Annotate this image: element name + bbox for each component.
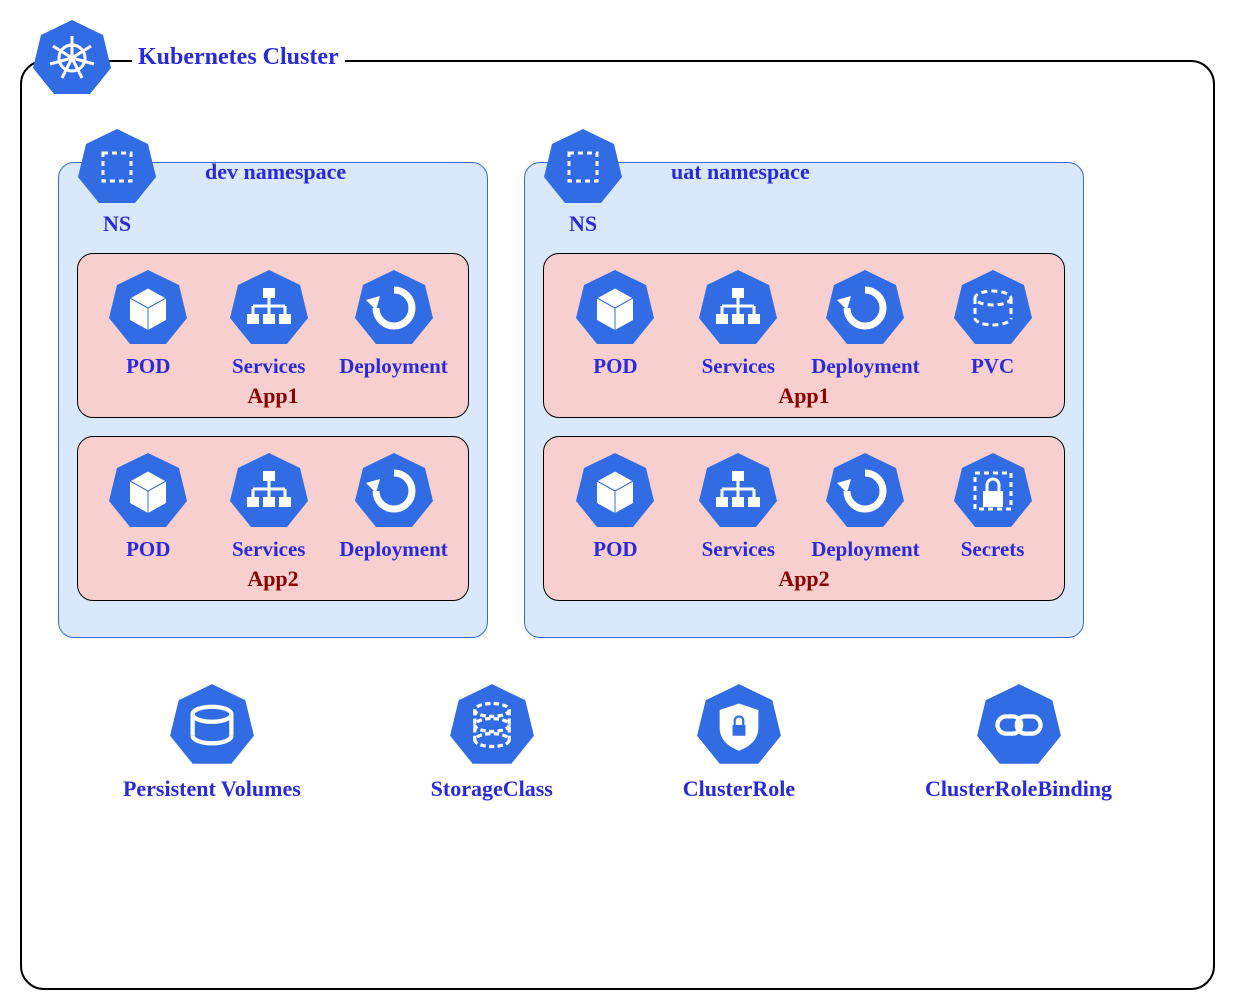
service-icon: [229, 451, 309, 531]
uat-app1-label: App1: [554, 383, 1054, 409]
storage-class: StorageClass: [431, 682, 553, 802]
uat-app2-pod: POD: [565, 451, 665, 562]
dev-app2-deployment: Deployment: [339, 451, 448, 562]
uat-app2-label: App2: [554, 566, 1054, 592]
uat-app1-pod: POD: [565, 268, 665, 379]
uat-app1-pvc: PVC: [943, 268, 1043, 379]
k8s-cluster-icon: [32, 18, 112, 98]
cluster-title: Kubernetes Cluster: [132, 44, 345, 71]
cluster-role: ClusterRole: [683, 682, 795, 802]
ns-dev-icon-wrap: NS: [77, 127, 157, 237]
uat-app1-box: POD Services Deployment PVC App: [543, 253, 1065, 418]
deployment-icon: [825, 268, 905, 348]
pod-icon: [575, 268, 655, 348]
dev-app1-box: POD Services Deployment App1: [77, 253, 469, 418]
dev-app2-box: POD Services Deployment App2: [77, 436, 469, 601]
uat-app2-box: POD Services Deployment Secrets: [543, 436, 1065, 601]
pod-icon: [108, 451, 188, 531]
dev-app2-label: App2: [88, 566, 458, 592]
ns-dev-label: NS: [77, 211, 157, 237]
service-icon: [229, 268, 309, 348]
ns-uat-title: uat namespace: [665, 159, 816, 185]
pod-icon: [108, 268, 188, 348]
ns-dev-title: dev namespace: [199, 159, 352, 185]
cluster-resources-row: Persistent Volumes StorageClass ClusterR…: [58, 682, 1177, 802]
deployment-icon: [825, 451, 905, 531]
cluster-role-binding: ClusterRoleBinding: [925, 682, 1112, 802]
pvc-icon: [953, 268, 1033, 348]
namespace-dev: NS dev namespace POD Services Dep: [58, 162, 488, 638]
dev-app2-services: Services: [219, 451, 319, 562]
storageclass-icon: [449, 682, 535, 768]
deployment-icon: [354, 451, 434, 531]
uat-app1-services: Services: [688, 268, 788, 379]
service-icon: [698, 268, 778, 348]
dev-app1-label: App1: [88, 383, 458, 409]
namespace-icon: [77, 127, 157, 207]
clusterrole-icon: [696, 682, 782, 768]
namespace-uat: NS uat namespace POD Services Dep: [524, 162, 1084, 638]
dev-app1-deployment: Deployment: [339, 268, 448, 379]
uat-app2-deployment: Deployment: [811, 451, 920, 562]
secret-icon: [953, 451, 1033, 531]
clusterrolebinding-icon: [976, 682, 1062, 768]
namespaces-row: NS dev namespace POD Services Dep: [58, 162, 1177, 638]
uat-app2-secrets: Secrets: [943, 451, 1043, 562]
uat-app2-services: Services: [688, 451, 788, 562]
namespace-icon: [543, 127, 623, 207]
dev-app2-pod: POD: [98, 451, 198, 562]
service-icon: [698, 451, 778, 531]
uat-app1-deployment: Deployment: [811, 268, 920, 379]
ns-uat-icon-wrap: NS: [543, 127, 623, 237]
deployment-icon: [354, 268, 434, 348]
ns-uat-label: NS: [543, 211, 623, 237]
persistent-volumes: Persistent Volumes: [123, 682, 301, 802]
cluster-box: Kubernetes Cluster NS dev namespace POD: [20, 60, 1215, 990]
pv-icon: [169, 682, 255, 768]
dev-app1-services: Services: [219, 268, 319, 379]
dev-app1-pod: POD: [98, 268, 198, 379]
pod-icon: [575, 451, 655, 531]
